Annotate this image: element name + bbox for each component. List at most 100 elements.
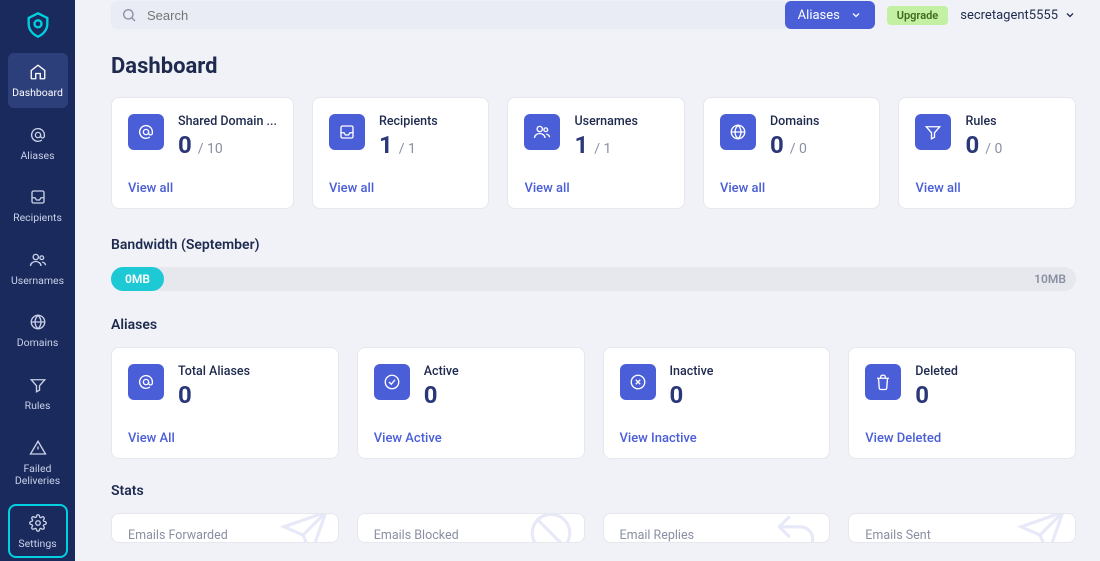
stats-row: Emails Forwarded Emails Blocked Email Re… — [111, 513, 1076, 543]
view-inactive-link[interactable]: View Inactive — [620, 431, 814, 446]
upgrade-button[interactable]: Upgrade — [887, 6, 948, 25]
stats-section-title: Stats — [111, 483, 1076, 499]
view-all-link[interactable]: View all — [720, 181, 864, 196]
chevron-down-icon — [1064, 9, 1076, 21]
sidebar-item-settings[interactable]: Settings — [8, 504, 68, 559]
card-value: 0 — [770, 131, 784, 159]
view-all-link[interactable]: View all — [128, 181, 277, 196]
sidebar-item-label: Dashboard — [12, 87, 63, 100]
card-label: Recipients — [379, 114, 438, 129]
stat-email-replies: Email Replies — [603, 513, 831, 543]
bandwidth-max-label: 10MB — [1034, 272, 1066, 286]
card-rules: Rules 0 / 0 View all — [898, 97, 1076, 209]
topbar: Aliases Upgrade secretagent5555 — [75, 0, 1100, 34]
summary-cards-row: Shared Domain ... 0 / 10 View all Recipi… — [111, 97, 1076, 209]
card-total-aliases: Total Aliases 0 View All — [111, 347, 339, 459]
card-label: Domains — [770, 114, 819, 129]
stat-label: Emails Blocked — [374, 528, 459, 543]
inbox-icon — [29, 188, 47, 206]
inbox-icon — [329, 114, 365, 150]
sidebar-item-failed-deliveries[interactable]: Failed Deliveries — [8, 429, 68, 496]
view-all-link[interactable]: View all — [329, 181, 473, 196]
sidebar-item-rules[interactable]: Rules — [8, 366, 68, 421]
card-label: Total Aliases — [178, 364, 250, 379]
send-icon — [280, 513, 330, 543]
search-input[interactable] — [145, 7, 789, 24]
view-all-link[interactable]: View all — [524, 181, 668, 196]
home-icon — [29, 63, 47, 81]
at-icon — [29, 126, 47, 144]
card-shared-domain: Shared Domain ... 0 / 10 View all — [111, 97, 294, 209]
username-label: secretagent5555 — [960, 8, 1058, 23]
sidebar-item-dashboard[interactable]: Dashboard — [8, 53, 68, 108]
sidebar-item-aliases[interactable]: Aliases — [8, 116, 68, 171]
card-limit: / 0 — [790, 141, 807, 157]
sidebar-item-label: Rules — [25, 400, 51, 413]
card-inactive: Inactive 0 View Inactive — [603, 347, 831, 459]
content: Dashboard Shared Domain ... 0 / 10 View … — [75, 34, 1100, 561]
search-icon — [121, 7, 137, 23]
card-label: Usernames — [574, 114, 637, 129]
card-value: 0 — [965, 131, 979, 159]
card-value: 0 — [915, 381, 929, 409]
send-icon — [1017, 513, 1067, 543]
trash-icon — [865, 364, 901, 400]
users-icon — [524, 114, 560, 150]
sidebar-item-label: Recipients — [13, 212, 62, 225]
card-label: Shared Domain ... — [178, 114, 277, 129]
sidebar-item-label: Settings — [18, 538, 56, 551]
aliases-cards-row: Total Aliases 0 View All Active 0 View A… — [111, 347, 1076, 459]
main-area: Aliases Upgrade secretagent5555 Dashboar… — [75, 0, 1100, 561]
card-limit: / 1 — [594, 141, 611, 157]
card-label: Deleted — [915, 364, 958, 379]
stat-emails-blocked: Emails Blocked — [357, 513, 585, 543]
sidebar-item-label: Domains — [17, 337, 59, 350]
card-domains: Domains 0 / 0 View all — [703, 97, 881, 209]
search-filter-button[interactable]: Aliases — [785, 1, 875, 29]
funnel-icon — [29, 376, 47, 394]
sidebar-item-domains[interactable]: Domains — [8, 303, 68, 358]
at-icon — [128, 364, 164, 400]
aliases-section-title: Aliases — [111, 317, 1076, 333]
page-title: Dashboard — [111, 54, 1076, 79]
gear-icon — [29, 514, 47, 532]
card-value: 0 — [178, 381, 192, 409]
card-usernames: Usernames 1 / 1 View all — [507, 97, 685, 209]
sidebar-item-label: Usernames — [11, 275, 64, 288]
view-active-link[interactable]: View Active — [374, 431, 568, 446]
sidebar-item-label: Failed Deliveries — [15, 463, 60, 488]
reply-icon — [771, 513, 821, 543]
x-circle-icon — [620, 364, 656, 400]
chevron-down-icon — [850, 9, 862, 21]
card-label: Rules — [965, 114, 1002, 129]
stat-emails-forwarded: Emails Forwarded — [111, 513, 339, 543]
card-value: 0 — [424, 381, 438, 409]
check-circle-icon — [374, 364, 410, 400]
filter-label: Aliases — [798, 8, 840, 23]
card-value: 0 — [178, 131, 192, 159]
view-deleted-link[interactable]: View Deleted — [865, 431, 1059, 446]
stat-label: Emails Sent — [865, 528, 931, 543]
ban-icon — [526, 513, 576, 543]
sidebar-item-usernames[interactable]: Usernames — [8, 241, 68, 296]
card-limit: / 1 — [399, 141, 416, 157]
funnel-icon — [915, 114, 951, 150]
bandwidth-used-pill: 0MB — [111, 267, 164, 291]
card-deleted: Deleted 0 View Deleted — [848, 347, 1076, 459]
stat-emails-sent: Emails Sent — [848, 513, 1076, 543]
card-active: Active 0 View Active — [357, 347, 585, 459]
card-value: 1 — [379, 131, 393, 159]
bandwidth-row: 0MB 10MB — [111, 267, 1076, 291]
app-logo — [23, 11, 53, 39]
stat-label: Emails Forwarded — [128, 528, 228, 543]
card-label: Inactive — [670, 364, 714, 379]
sidebar-item-recipients[interactable]: Recipients — [8, 178, 68, 233]
user-menu[interactable]: secretagent5555 — [960, 8, 1076, 23]
stat-label: Email Replies — [620, 528, 695, 543]
sidebar-item-label: Aliases — [20, 150, 54, 163]
search-wrap: Aliases — [111, 1, 875, 29]
globe-icon — [720, 114, 756, 150]
view-all-link[interactable]: View All — [128, 431, 322, 446]
view-all-link[interactable]: View all — [915, 181, 1059, 196]
bandwidth-title: Bandwidth (September) — [111, 237, 1076, 253]
